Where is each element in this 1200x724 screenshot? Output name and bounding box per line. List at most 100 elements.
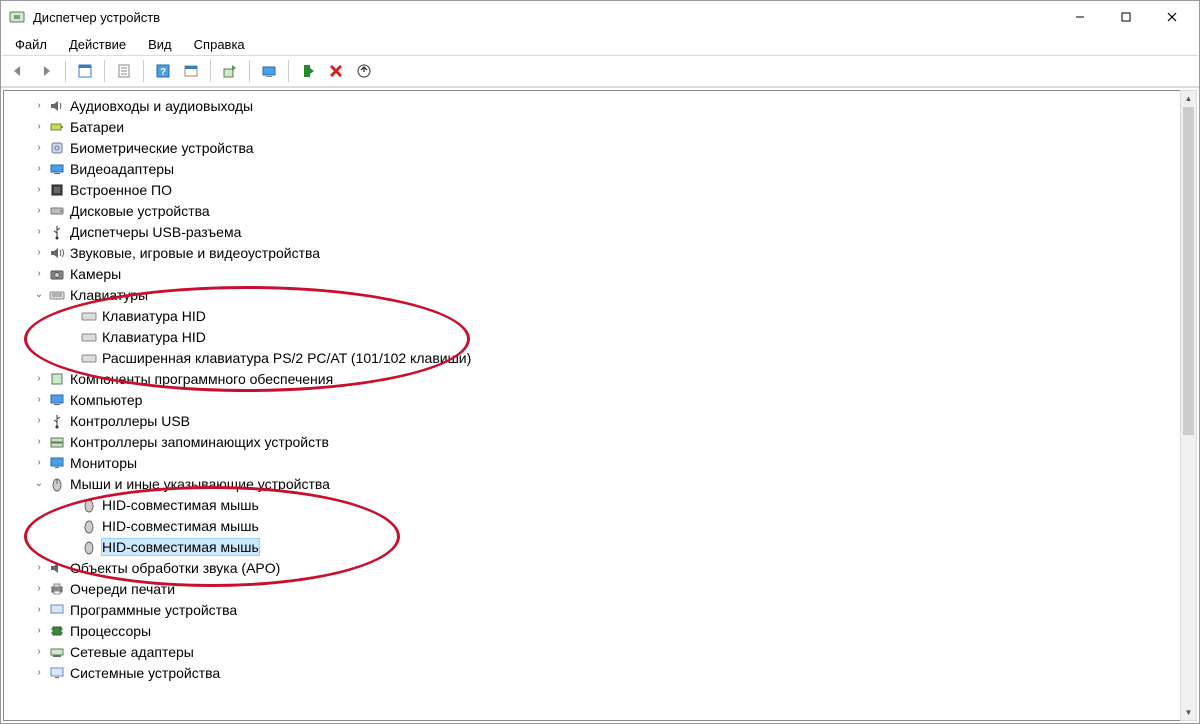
back-button[interactable] xyxy=(5,58,31,84)
window-title: Диспетчер устройств xyxy=(33,10,160,25)
software-icon xyxy=(48,371,66,387)
titlebar: Диспетчер устройств xyxy=(1,1,1199,33)
chevron-right-icon[interactable]: › xyxy=(32,666,46,680)
chevron-right-icon[interactable]: › xyxy=(32,267,46,281)
device-keyboard-ps2[interactable]: · Расширенная клавиатура PS/2 PC/AT (101… xyxy=(12,347,1180,368)
category-label: Компьютер xyxy=(70,392,142,408)
category-label: Очереди печати xyxy=(70,581,175,597)
category-usb-controllers[interactable]: › Контроллеры USB xyxy=(12,410,1180,431)
category-firmware[interactable]: › Встроенное ПО xyxy=(12,179,1180,200)
action-button[interactable] xyxy=(178,58,204,84)
device-keyboard-hid[interactable]: · Клавиатура HID xyxy=(12,326,1180,347)
chevron-right-icon[interactable]: › xyxy=(32,372,46,386)
chevron-right-icon[interactable]: › xyxy=(32,393,46,407)
chevron-down-icon[interactable]: ⌄ xyxy=(32,288,46,302)
category-label: Сетевые адаптеры xyxy=(70,644,194,660)
menu-help[interactable]: Справка xyxy=(184,36,255,53)
category-cameras[interactable]: › Камеры xyxy=(12,263,1180,284)
vertical-scrollbar[interactable]: ▲ ▼ xyxy=(1180,90,1197,721)
chevron-right-icon[interactable]: › xyxy=(32,141,46,155)
chevron-right-icon[interactable]: › xyxy=(32,624,46,638)
category-processors[interactable]: › Процессоры xyxy=(12,620,1180,641)
category-biometric[interactable]: › Биометрические устройства xyxy=(12,137,1180,158)
update-driver-button[interactable] xyxy=(217,58,243,84)
category-storage-controllers[interactable]: › Контроллеры запоминающих устройств xyxy=(12,431,1180,452)
properties-button[interactable] xyxy=(111,58,137,84)
category-batteries[interactable]: › Батареи xyxy=(12,116,1180,137)
chevron-right-icon[interactable]: › xyxy=(32,603,46,617)
chevron-right-icon[interactable]: › xyxy=(32,435,46,449)
forward-button[interactable] xyxy=(33,58,59,84)
chevron-right-icon[interactable]: › xyxy=(32,162,46,176)
device-mouse-hid[interactable]: · HID-совместимая мышь xyxy=(12,515,1180,536)
chevron-right-icon[interactable]: › xyxy=(32,246,46,260)
disk-icon xyxy=(48,203,66,219)
category-audio-io[interactable]: › Аудиовходы и аудиовыходы xyxy=(12,95,1180,116)
keyboard-icon xyxy=(80,308,98,324)
menubar: Файл Действие Вид Справка xyxy=(1,33,1199,55)
software-device-icon xyxy=(48,602,66,618)
category-usb-connector-managers[interactable]: › Диспетчеры USB-разъема xyxy=(12,221,1180,242)
chevron-right-icon[interactable]: › xyxy=(32,225,46,239)
category-label: Диспетчеры USB-разъема xyxy=(70,224,241,240)
toolbar-separator xyxy=(104,60,105,82)
scroll-up-button[interactable]: ▲ xyxy=(1181,91,1196,106)
scrollbar-thumb[interactable] xyxy=(1183,107,1194,435)
category-label: Системные устройства xyxy=(70,665,220,681)
category-print-queues[interactable]: › Очереди печати xyxy=(12,578,1180,599)
storage-icon xyxy=(48,434,66,450)
category-software-components[interactable]: › Компоненты программного обеспечения xyxy=(12,368,1180,389)
chevron-right-icon[interactable]: › xyxy=(32,645,46,659)
category-apo[interactable]: › Объекты обработки звука (APO) xyxy=(12,557,1180,578)
svg-text:?: ? xyxy=(160,67,166,78)
category-label: Аудиовходы и аудиовыходы xyxy=(70,98,253,114)
help-button[interactable]: ? xyxy=(150,58,176,84)
category-keyboards[interactable]: ⌄ Клавиатуры xyxy=(12,284,1180,305)
device-keyboard-hid[interactable]: · Клавиатура HID xyxy=(12,305,1180,326)
uninstall-device-button[interactable] xyxy=(323,58,349,84)
close-button[interactable] xyxy=(1149,2,1195,32)
device-mouse-hid[interactable]: · HID-совместимая мышь xyxy=(12,494,1180,515)
category-sound-video-game[interactable]: › Звуковые, игровые и видеоустройства xyxy=(12,242,1180,263)
device-tree[interactable]: › Аудиовходы и аудиовыходы › Батареи › Б… xyxy=(3,90,1181,721)
category-software-devices[interactable]: › Программные устройства xyxy=(12,599,1180,620)
device-label: HID-совместимая мышь xyxy=(102,518,259,534)
maximize-button[interactable] xyxy=(1103,2,1149,32)
chevron-right-icon[interactable]: › xyxy=(32,120,46,134)
chevron-right-icon[interactable]: › xyxy=(32,456,46,470)
chevron-right-icon[interactable]: › xyxy=(32,561,46,575)
minimize-button[interactable] xyxy=(1057,2,1103,32)
toolbar-separator xyxy=(249,60,250,82)
chevron-right-icon[interactable]: › xyxy=(32,204,46,218)
chevron-right-icon[interactable]: › xyxy=(32,99,46,113)
category-system-devices[interactable]: › Системные устройства xyxy=(12,662,1180,683)
sound-icon xyxy=(48,245,66,261)
speaker-icon xyxy=(48,560,66,576)
chevron-right-icon[interactable]: › xyxy=(32,183,46,197)
category-label: Клавиатуры xyxy=(70,287,148,303)
category-mice[interactable]: ⌄ Мыши и иные указывающие устройства xyxy=(12,473,1180,494)
category-computer[interactable]: › Компьютер xyxy=(12,389,1180,410)
chevron-right-icon[interactable]: › xyxy=(32,582,46,596)
menu-action[interactable]: Действие xyxy=(59,36,136,53)
category-label: Звуковые, игровые и видеоустройства xyxy=(70,245,320,261)
category-network-adapters[interactable]: › Сетевые адаптеры xyxy=(12,641,1180,662)
device-mouse-hid-selected[interactable]: · HID-совместимая мышь xyxy=(12,536,1180,557)
category-display-adapters[interactable]: › Видеоадаптеры xyxy=(12,158,1180,179)
usb-icon xyxy=(48,413,66,429)
scrollbar-track[interactable] xyxy=(1181,107,1196,704)
keyboard-icon xyxy=(48,287,66,303)
menu-view[interactable]: Вид xyxy=(138,36,182,53)
category-disk-drives[interactable]: › Дисковые устройства xyxy=(12,200,1180,221)
category-monitors[interactable]: › Мониторы xyxy=(12,452,1180,473)
chevron-right-icon[interactable]: › xyxy=(32,414,46,428)
menu-file[interactable]: Файл xyxy=(5,36,57,53)
category-label: Камеры xyxy=(70,266,121,282)
scroll-down-button[interactable]: ▼ xyxy=(1181,705,1196,720)
show-hide-tree-button[interactable] xyxy=(72,58,98,84)
enable-device-button[interactable] xyxy=(295,58,321,84)
scan-hardware-button[interactable] xyxy=(256,58,282,84)
chevron-down-icon[interactable]: ⌄ xyxy=(32,477,46,491)
disable-device-button[interactable] xyxy=(351,58,377,84)
category-label: Батареи xyxy=(70,119,124,135)
